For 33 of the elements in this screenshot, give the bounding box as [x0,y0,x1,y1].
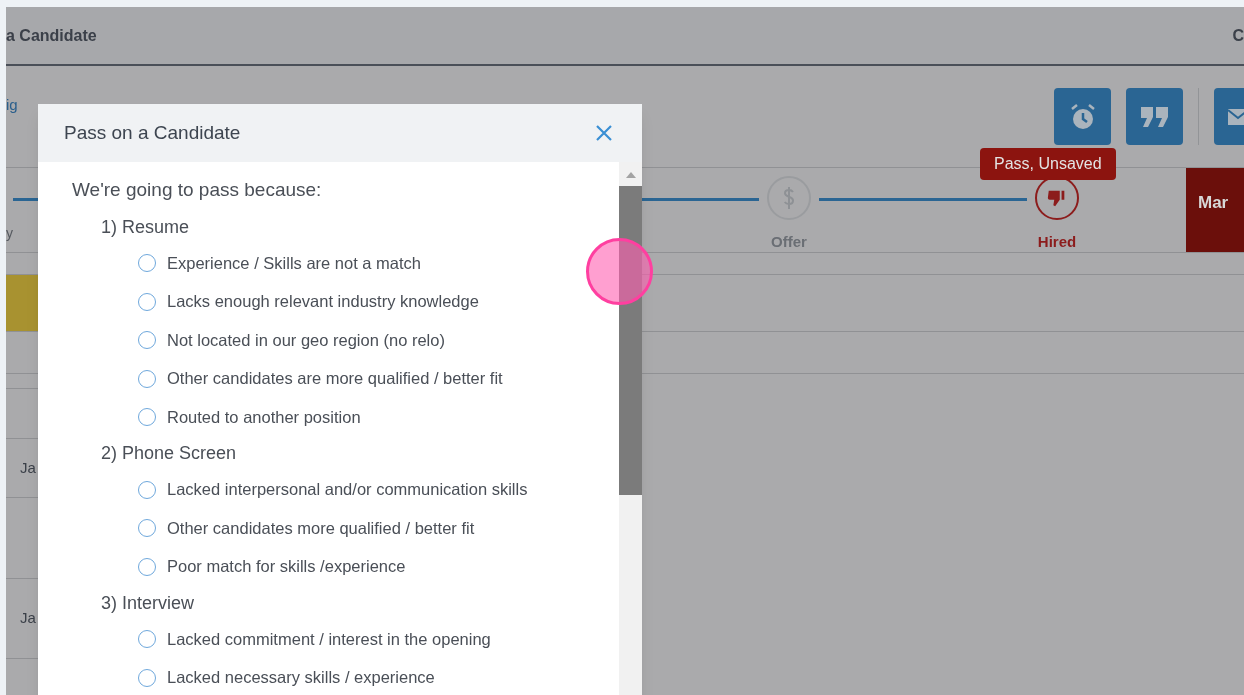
page-title: C [1232,25,1244,46]
option-label: Lacks enough relevant industry knowledge [167,291,479,313]
option-label: Not located in our geo region (no relo) [167,329,445,351]
mail-button[interactable] [1214,88,1244,145]
status-block [6,275,38,331]
table-cell-text: Ja [20,457,36,478]
section-heading: 2) Phone Screen [101,442,237,465]
dollar-icon [767,176,811,220]
action-block[interactable]: Mar [1186,168,1244,252]
scroll-up-icon[interactable] [625,172,636,178]
prompt-text: We're going to pass because: [72,177,322,202]
option-label: Other candidates are more qualified / better fit [167,368,503,390]
option-label: Poor match for skills /experience [167,556,406,578]
quote-button[interactable] [1126,88,1183,145]
option-label: Routed to another position [167,406,361,428]
option-label: Lacked necessary skills / experience [167,667,435,689]
option-label: Lacked commitment / interest in the opening [167,628,491,650]
modal-title: Pass on a Candidate [64,120,241,145]
alarm-clock-button[interactable] [1054,88,1111,145]
status-tooltip: Pass, Unsaved [980,148,1116,180]
step-label: y [6,224,13,243]
option-label: Experience / Skills are not a match [167,252,422,274]
section-heading: 1) Resume [101,215,190,239]
scrollbar[interactable] [619,162,642,695]
page-title: a Candidate [6,25,97,46]
step-label: Offer [771,232,807,252]
option-label: Other candidates more qualified / better fit [167,517,475,539]
table-cell-text: Ja [20,608,36,629]
section-heading: 3) Interview [101,591,195,615]
quote-icon [1139,104,1170,129]
envelope-icon [1226,106,1244,127]
option-label: Lacked interpersonal and/or communication skills [167,479,528,501]
step-label: Hired [1037,232,1077,252]
